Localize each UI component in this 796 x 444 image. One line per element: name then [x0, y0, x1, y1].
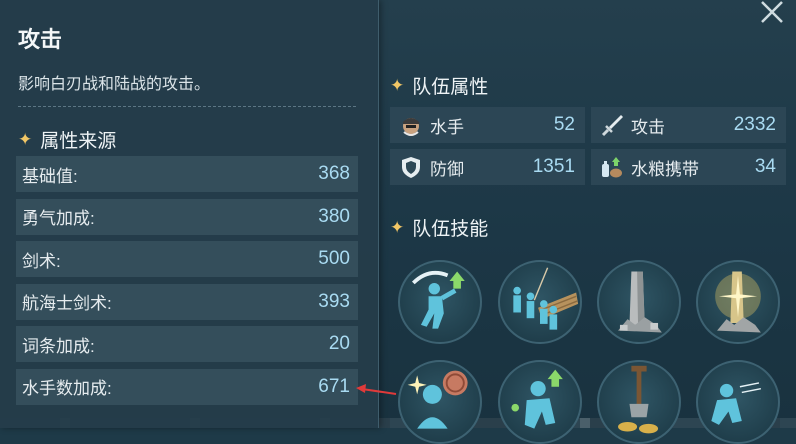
stat-attack[interactable]: 攻击 2332 [591, 107, 786, 143]
crew-morale-up-icon [511, 369, 563, 429]
shield-icon [402, 157, 420, 178]
glowing-pillar-icon [715, 271, 761, 333]
stat-supplies[interactable]: 水粮携带 34 [591, 149, 786, 185]
supplies-icon [602, 157, 622, 178]
attr-value: 671 [318, 375, 350, 397]
attr-label: 词条加成: [22, 336, 95, 356]
stat-defense[interactable]: 防御 1351 [390, 149, 585, 185]
close-button[interactable] [758, 0, 786, 24]
skill-slot-4[interactable] [696, 260, 780, 344]
tooltip-description: 影响白刃战和陆战的攻击。 [18, 76, 211, 93]
stat-label: 攻击 [631, 117, 665, 137]
moon-dash-icon [711, 373, 761, 435]
slash-attack-up-icon [411, 270, 465, 329]
skill-slot-2[interactable] [498, 260, 582, 344]
attr-value: 380 [318, 205, 350, 227]
skill-slot-1[interactable] [398, 260, 482, 344]
pointer-arrow-icon [356, 384, 397, 395]
skill-slot-7[interactable] [597, 360, 681, 444]
sailor-icon [403, 118, 419, 136]
attr-label: 勇气加成: [22, 209, 95, 228]
team-attributes-label: 队伍属性 [412, 77, 489, 98]
stat-value: 34 [754, 156, 776, 177]
stone-pillar-icon [618, 271, 662, 333]
attr-label: 剑术: [22, 251, 61, 271]
skill-slot-8[interactable] [696, 360, 780, 444]
attr-row-courage: 勇气加成: 380 [16, 198, 358, 235]
stat-label: 水手 [430, 117, 464, 137]
divider [18, 106, 356, 107]
attr-label: 水手数加成: [22, 379, 112, 398]
attr-label: 基础值: [22, 166, 78, 186]
attr-row-swordsmanship: 剑术: 500 [16, 241, 358, 277]
stat-value: 2332 [733, 114, 776, 135]
team-skills-label: 队伍技能 [412, 219, 489, 240]
attr-label: 航海士剑术: [22, 294, 112, 313]
attribute-source-label: 属性来源 [40, 131, 117, 152]
sword-icon [601, 115, 623, 137]
skill-slot-6[interactable] [498, 360, 582, 444]
stat-value: 1351 [532, 156, 575, 177]
attr-value: 500 [318, 248, 350, 269]
attr-row-sailor-count: 水手数加成: 671 [16, 368, 358, 405]
attr-row-base: 基础值: 368 [16, 156, 358, 192]
crew-boarding-icon [513, 267, 579, 330]
skill-slot-5[interactable] [398, 360, 482, 444]
stat-value: 52 [553, 114, 575, 135]
attribute-source-list: 基础值: 368 勇气加成: 380 剑术: 500 航海士剑术: 393 词条… [16, 156, 358, 411]
team-skills-heading: ✦ 队伍技能 [390, 214, 488, 241]
star-icon: ✦ [390, 217, 405, 237]
team-attributes-heading: ✦ 队伍属性 [390, 72, 488, 99]
star-icon: ✦ [18, 129, 33, 149]
treasure-shovel-icon [618, 365, 659, 434]
stat-label: 水粮携带 [631, 159, 699, 179]
attr-value: 368 [318, 163, 350, 184]
attr-value: 20 [328, 333, 350, 354]
attr-row-navigator-swordsmanship: 航海士剑术: 393 [16, 283, 358, 320]
attribute-source-heading: ✦ 属性来源 [18, 126, 116, 153]
stat-label: 防御 [430, 159, 464, 179]
attack-tooltip: 攻击 影响白刃战和陆战的攻击。 ✦ 属性来源 基础值: 368 勇气加成: 38… [0, 0, 379, 428]
tooltip-title: 攻击 [18, 27, 63, 52]
skill-slot-3[interactable] [597, 260, 681, 344]
star-icon: ✦ [390, 75, 405, 95]
attr-row-affix: 词条加成: 20 [16, 326, 358, 362]
attr-value: 393 [318, 290, 350, 312]
stat-sailors[interactable]: 水手 52 [390, 107, 585, 143]
close-icon [761, 1, 783, 23]
coin-sailor-icon [407, 370, 468, 429]
